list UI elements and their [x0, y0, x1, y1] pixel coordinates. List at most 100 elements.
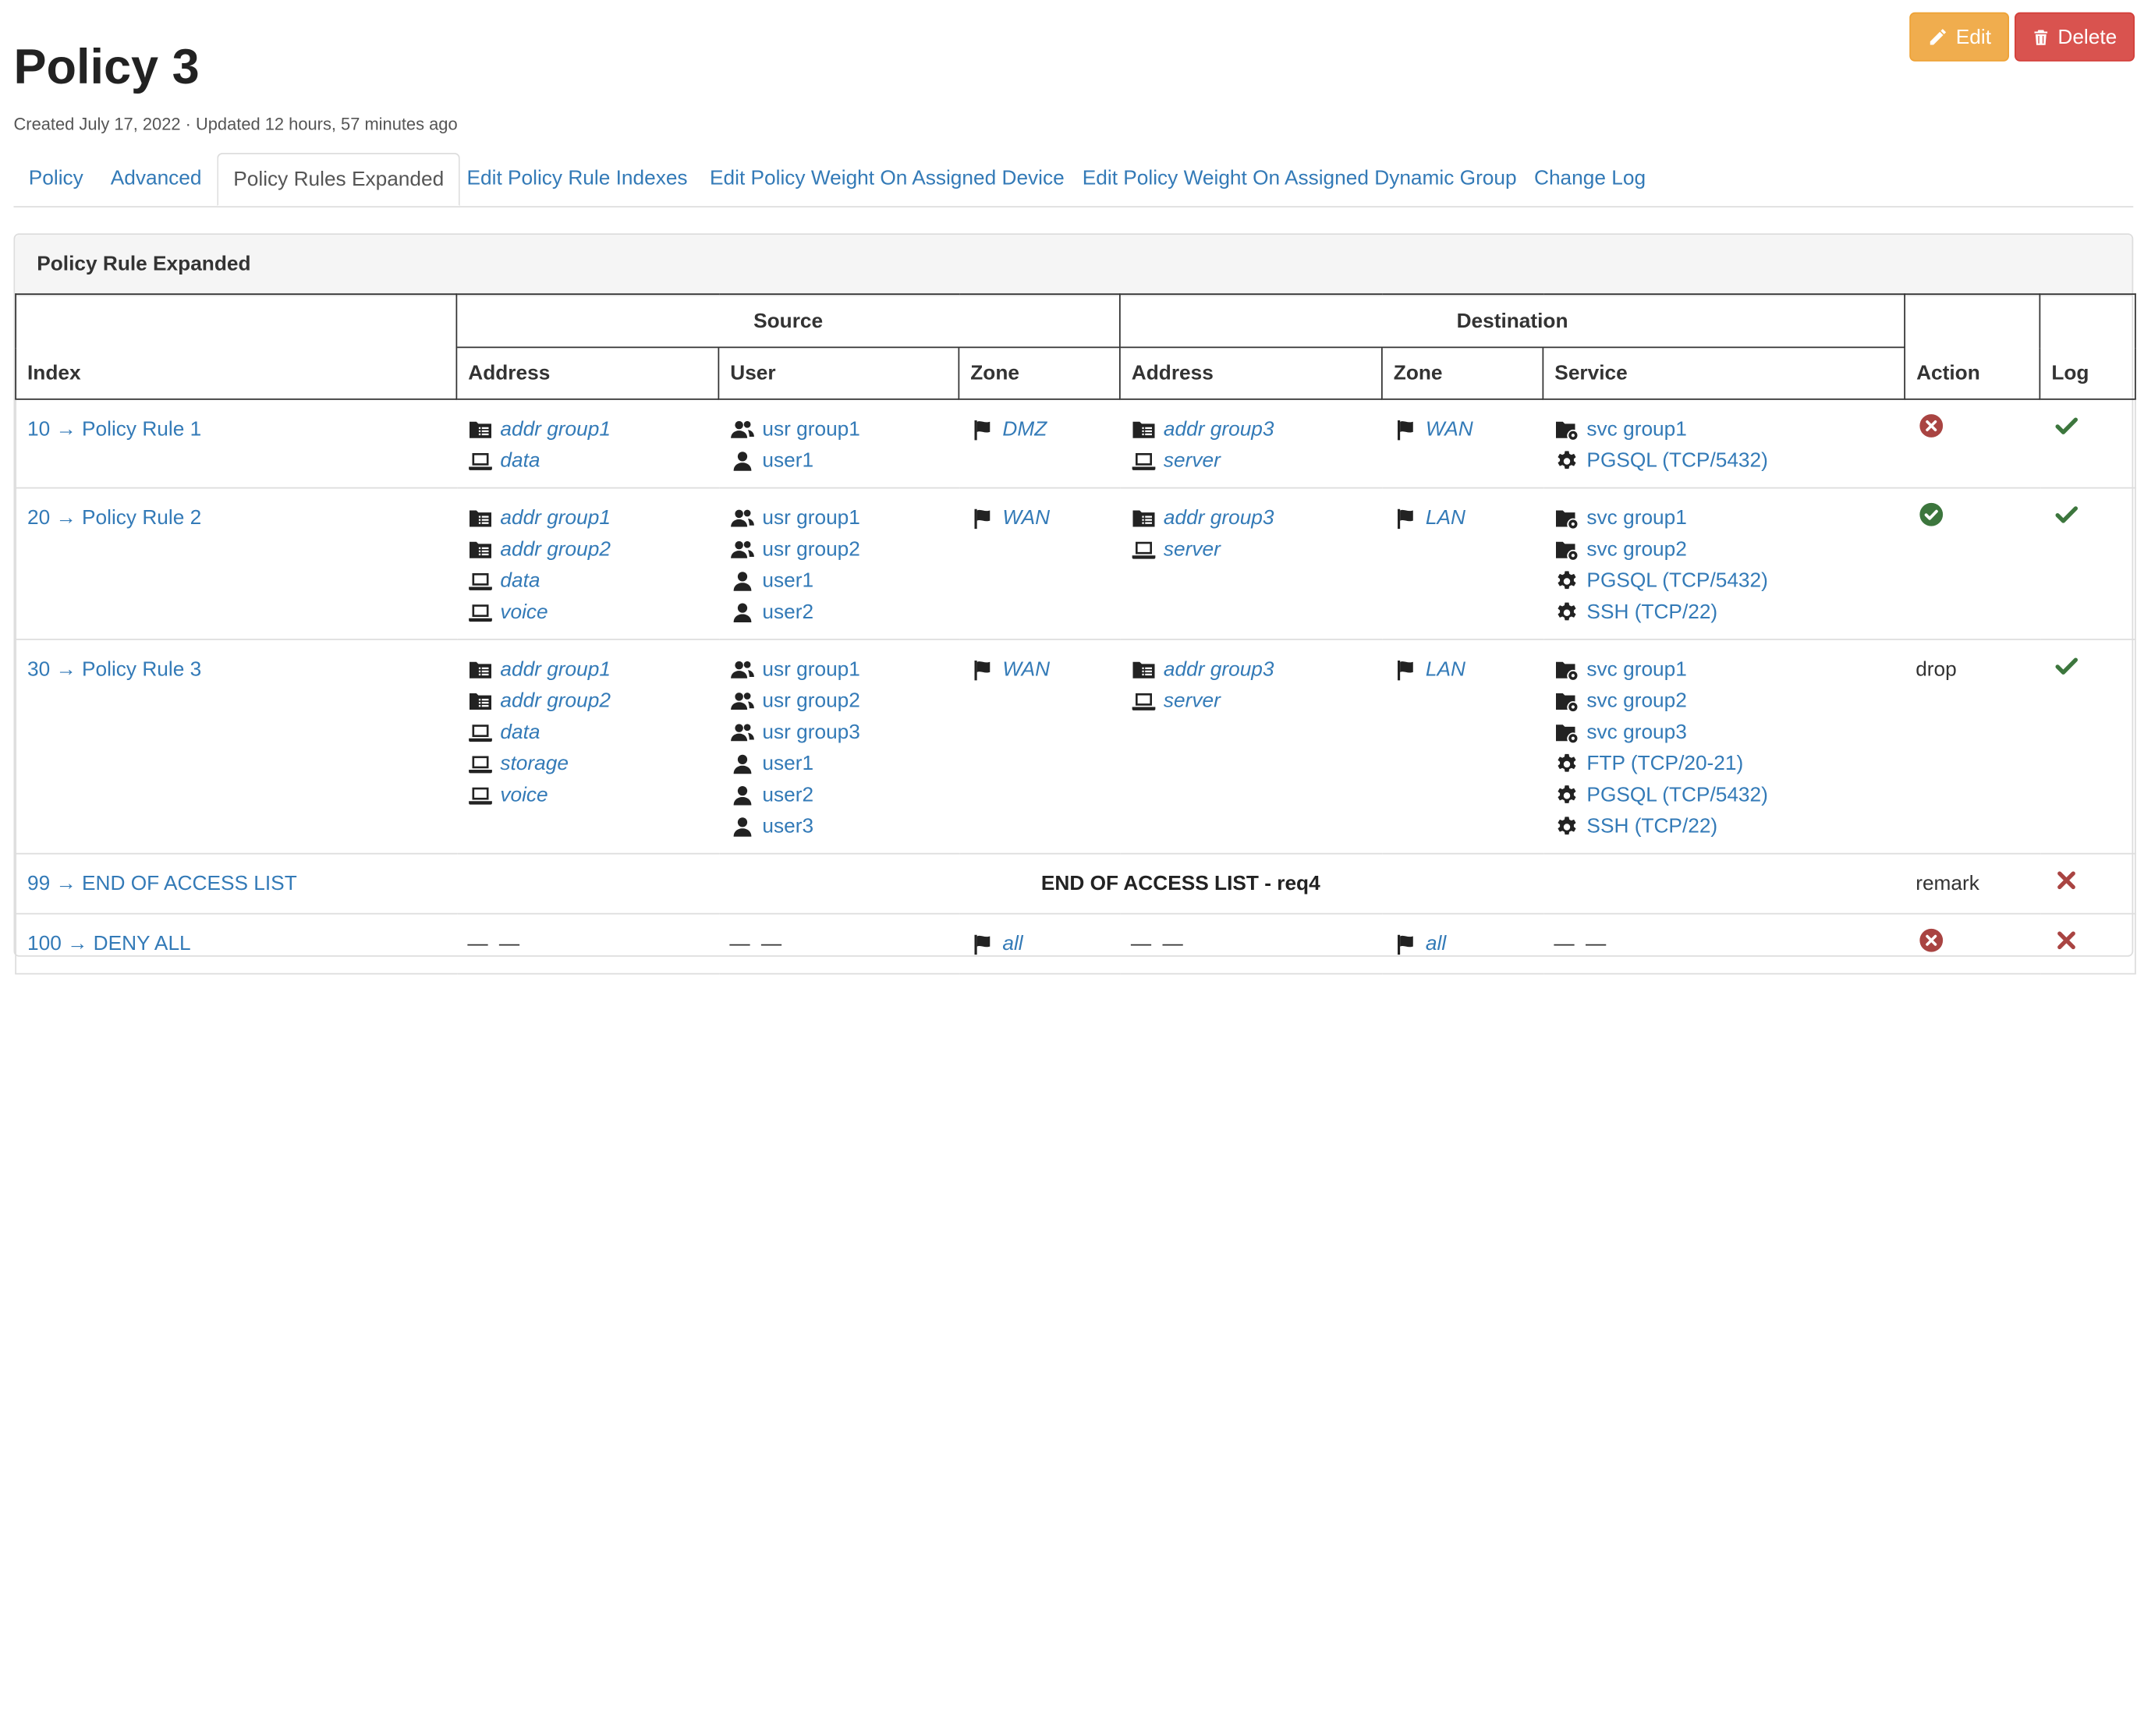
address-link[interactable]: voice [500, 779, 548, 810]
page-meta: Created July 17, 2022 · Updated 12 hours… [13, 115, 458, 134]
user-link[interactable]: user1 [762, 445, 813, 477]
address-link[interactable]: voice [500, 597, 548, 628]
header-action: Action [1904, 293, 2041, 400]
address-link[interactable]: addr group1 [500, 502, 611, 533]
policy-rule-link[interactable]: 20 → Policy Rule 2 [27, 506, 201, 530]
address-link[interactable]: addr group1 [500, 413, 611, 445]
address-link[interactable]: data [500, 565, 540, 597]
policy-rule-link[interactable]: 30 → Policy Rule 3 [27, 658, 201, 682]
address-link[interactable]: addr group3 [1164, 413, 1274, 445]
policy-rule-link[interactable]: 10 → Policy Rule 1 [27, 418, 201, 441]
service-link[interactable]: svc group2 [1586, 686, 1686, 717]
address-link[interactable]: storage [500, 748, 569, 779]
address-link[interactable]: data [500, 445, 540, 477]
tab-edit-policy-rule-indexes[interactable]: Edit Policy Rule Indexes [452, 153, 703, 205]
list-item: server [1131, 533, 1371, 565]
list-item: addr group3 [1131, 654, 1371, 685]
index-cell: 10 → Policy Rule 1 [15, 399, 457, 489]
flag-icon [969, 418, 994, 440]
zone-link[interactable]: DMZ [1002, 413, 1047, 445]
header-destination: Destination [1119, 293, 1906, 349]
zone-link[interactable]: LAN [1426, 654, 1465, 685]
index-cell: 30 → Policy Rule 3 [15, 639, 457, 855]
service-link[interactable]: PGSQL (TCP/5432) [1586, 779, 1767, 810]
list-item: addr group2 [467, 686, 707, 717]
destination-zone-cell: LAN [1381, 639, 1543, 855]
user-link[interactable]: user2 [762, 779, 813, 810]
address-link[interactable]: addr group2 [500, 533, 611, 565]
service-link[interactable]: PGSQL (TCP/5432) [1586, 445, 1767, 477]
zone-link[interactable]: LAN [1426, 502, 1465, 533]
address-link[interactable]: server [1164, 686, 1221, 717]
service-link[interactable]: FTP (TCP/20-21) [1586, 748, 1743, 779]
edit-button[interactable]: Edit [1909, 12, 2009, 62]
zone-link[interactable]: WAN [1426, 413, 1473, 445]
user-link[interactable]: usr group2 [762, 686, 860, 717]
zone-link[interactable]: all [1426, 928, 1446, 959]
tab-advanced[interactable]: Advanced [96, 153, 217, 205]
tab-edit-policy-weight-device[interactable]: Edit Policy Weight On Assigned Device [695, 153, 1079, 205]
list-item: PGSQL (TCP/5432) [1554, 565, 1894, 597]
policy-rule-link[interactable]: 100 → DENY ALL [27, 932, 191, 955]
tab-edit-policy-weight-dynamic-group[interactable]: Edit Policy Weight On Assigned Dynamic G… [1068, 153, 1532, 205]
list-item: svc group1 [1554, 502, 1894, 533]
address-group-icon [467, 690, 492, 712]
list-item: PGSQL (TCP/5432) [1554, 779, 1894, 810]
tab-bar: Policy Advanced Policy Rules Expanded Ed… [13, 153, 2134, 207]
list-item: data [467, 565, 707, 597]
address-link[interactable]: server [1164, 445, 1221, 477]
zone-link[interactable]: WAN [1002, 502, 1050, 533]
policy-rule-panel: Policy Rule Expanded Index Source Destin… [13, 233, 2136, 975]
address-link[interactable]: addr group1 [500, 654, 611, 685]
page-title: Policy 3 [13, 38, 200, 94]
zone-link[interactable]: WAN [1002, 654, 1050, 685]
action-text: remark [1916, 872, 1979, 895]
source-zone-cell: DMZ [959, 399, 1120, 489]
user-link[interactable]: user3 [762, 811, 813, 842]
service-link[interactable]: svc group1 [1586, 413, 1686, 445]
user-link[interactable]: usr group1 [762, 502, 860, 533]
action-cell [1905, 487, 2040, 640]
deny-circle-icon [1916, 928, 1943, 953]
address-link[interactable]: server [1164, 533, 1221, 565]
user-link[interactable]: usr group1 [762, 413, 860, 445]
zone-link[interactable]: all [1002, 928, 1022, 959]
service-link[interactable]: SSH (TCP/22) [1586, 597, 1717, 628]
list-item: WAN [969, 654, 1109, 685]
list-item: WAN [1393, 413, 1533, 445]
user-link[interactable]: usr group2 [762, 533, 860, 565]
address-link[interactable]: addr group3 [1164, 502, 1274, 533]
user-link[interactable]: user2 [762, 597, 813, 628]
list-item: user1 [729, 445, 948, 477]
laptop-icon [467, 721, 492, 743]
service-link[interactable]: svc group2 [1586, 533, 1686, 565]
address-link[interactable]: addr group2 [500, 686, 611, 717]
user-link[interactable]: usr group3 [762, 717, 860, 748]
service-link[interactable]: svc group3 [1586, 717, 1686, 748]
list-item: addr group1 [467, 502, 707, 533]
gear-icon [1554, 784, 1579, 806]
gear-icon [1554, 601, 1579, 623]
tab-policy-rules-expanded[interactable]: Policy Rules Expanded [217, 153, 461, 207]
user-link[interactable]: user1 [762, 565, 813, 597]
policy-rule-link[interactable]: 99 → END OF ACCESS LIST [27, 872, 297, 895]
user-link[interactable]: user1 [762, 748, 813, 779]
service-group-icon [1554, 418, 1579, 440]
tab-policy[interactable]: Policy [14, 153, 99, 205]
address-link[interactable]: addr group3 [1164, 654, 1274, 685]
service-link[interactable]: SSH (TCP/22) [1586, 811, 1717, 842]
delete-button[interactable]: Delete [2015, 12, 2135, 62]
user-link[interactable]: usr group1 [762, 654, 860, 685]
address-link[interactable]: data [500, 717, 540, 748]
tab-change-log[interactable]: Change Log [1519, 153, 1661, 205]
flag-icon [1393, 658, 1418, 680]
flag-icon [969, 507, 994, 529]
header-destination-zone: Zone [1381, 346, 1544, 400]
service-link[interactable]: svc group1 [1586, 654, 1686, 685]
users-icon [729, 538, 754, 560]
flag-icon [1393, 418, 1418, 440]
service-link[interactable]: svc group1 [1586, 502, 1686, 533]
edit-button-label: Edit [1955, 25, 1992, 49]
policy-page: Policy 3 Created July 17, 2022 · Updated… [0, 0, 2137, 1736]
service-link[interactable]: PGSQL (TCP/5432) [1586, 565, 1767, 597]
